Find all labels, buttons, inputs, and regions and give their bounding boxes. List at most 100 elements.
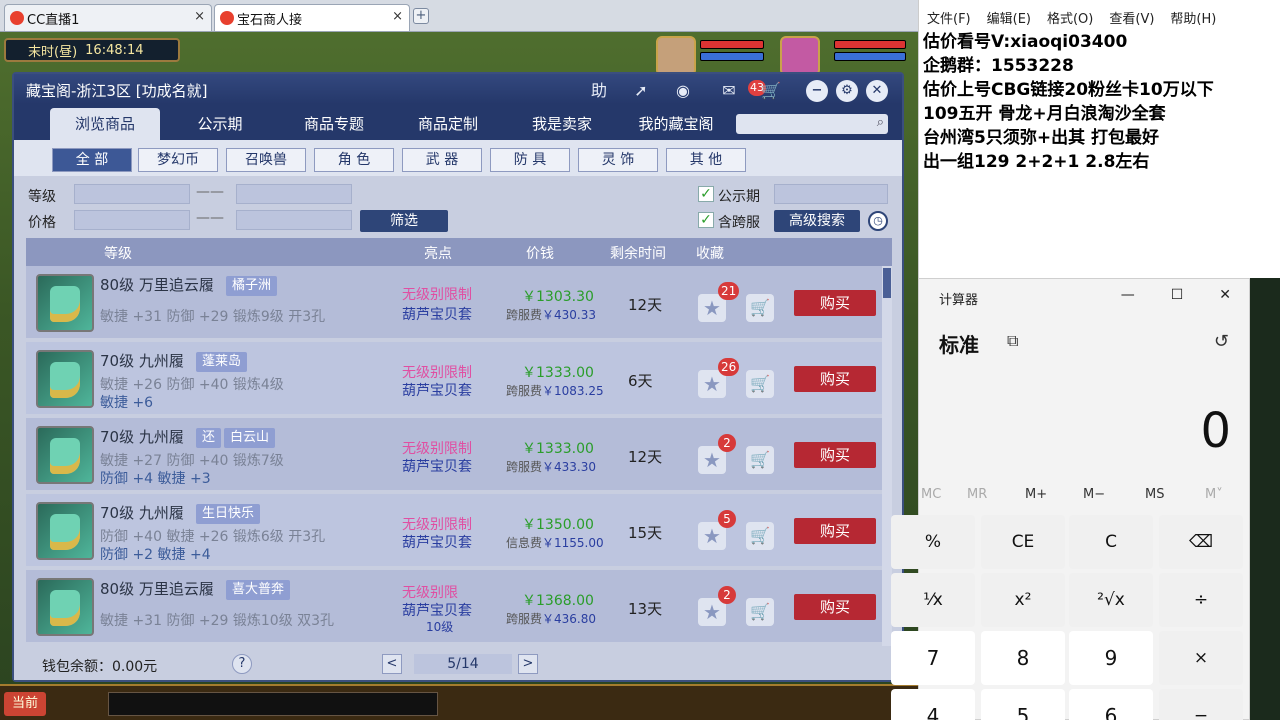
share-icon[interactable]: ➚ — [630, 80, 652, 102]
cart-icon[interactable]: 🛒 — [746, 294, 774, 322]
cart-icon[interactable]: 🛒 — [746, 598, 774, 626]
level-max-input[interactable] — [236, 184, 352, 204]
help-button[interactable]: 助 — [588, 80, 610, 102]
key-sqrt[interactable]: ²√x — [1069, 573, 1153, 627]
tab-browse[interactable]: 浏览商品 — [50, 108, 160, 140]
mem-list[interactable]: M˅ — [1205, 487, 1223, 502]
menu-view[interactable]: 查看(V) — [1109, 8, 1154, 30]
buy-button[interactable]: 购买 — [794, 518, 876, 544]
minimize-icon[interactable]: — — [1121, 287, 1135, 303]
cart-icon[interactable]: 🛒 — [746, 370, 774, 398]
boots-icon[interactable] — [36, 426, 94, 484]
menu-format[interactable]: 格式(O) — [1047, 8, 1093, 30]
next-page-button[interactable]: > — [518, 654, 538, 674]
public-checkbox[interactable]: ✓ — [698, 186, 714, 202]
mem-add[interactable]: M+ — [1025, 487, 1047, 502]
boots-icon[interactable] — [36, 502, 94, 560]
prev-page-button[interactable]: < — [382, 654, 402, 674]
pet-avatar[interactable] — [656, 36, 696, 76]
buy-button[interactable]: 购买 — [794, 366, 876, 392]
browser-tab-cc[interactable]: CC直播1 × — [4, 4, 212, 31]
tab-custom[interactable]: 商品定制 — [398, 108, 498, 140]
filter-button[interactable]: 筛选 — [360, 210, 448, 232]
category-accessory[interactable]: 灵 饰 — [578, 148, 658, 172]
category-role[interactable]: 角 色 — [314, 148, 394, 172]
cart-icon[interactable]: 🛒 — [746, 446, 774, 474]
keep-on-top-icon[interactable]: ⧉ — [1007, 331, 1018, 351]
category-other[interactable]: 其 他 — [666, 148, 746, 172]
table-row[interactable]: 70级 九州履 蓬莱岛 敏捷 +26 防御 +40 锻炼4级 敏捷 +6 无级别… — [26, 342, 882, 416]
menu-edit[interactable]: 编辑(E) — [987, 8, 1031, 30]
mem-clear[interactable]: MC — [921, 487, 941, 502]
category-weapon[interactable]: 武 器 — [402, 148, 482, 172]
key-9[interactable]: 9 — [1069, 631, 1153, 685]
chat-input[interactable] — [108, 692, 438, 716]
advanced-search-button[interactable]: 高级搜索 — [774, 210, 860, 232]
table-row[interactable]: 70级 九州履 还 白云山 敏捷 +27 防御 +40 锻炼7级 防御 +4 敏… — [26, 418, 882, 492]
tab-public[interactable]: 公示期 — [170, 108, 270, 140]
key-minus[interactable]: − — [1159, 689, 1243, 720]
close-icon[interactable]: ✕ — [1219, 287, 1231, 303]
key-4[interactable]: 4 — [891, 689, 975, 720]
record-icon[interactable]: ◉ — [672, 80, 694, 102]
category-armor[interactable]: 防 具 — [490, 148, 570, 172]
search-input[interactable]: ⌕ — [736, 114, 888, 134]
tab-topics[interactable]: 商品专题 — [284, 108, 384, 140]
cart-icon[interactable]: 🛒 — [746, 522, 774, 550]
mem-recall[interactable]: MR — [967, 487, 987, 502]
buy-button[interactable]: 购买 — [794, 594, 876, 620]
table-row[interactable]: 70级 九州履 生日快乐 防御 +40 敏捷 +26 锻炼6级 开3孔 防御 +… — [26, 494, 882, 568]
category-all[interactable]: 全 部 — [52, 148, 132, 172]
price-min-input[interactable] — [74, 210, 190, 230]
key-multiply[interactable]: × — [1159, 631, 1243, 685]
key-7[interactable]: 7 — [891, 631, 975, 685]
new-tab-button[interactable]: + — [413, 8, 429, 24]
clock-icon[interactable]: ◷ — [868, 211, 888, 231]
key-square[interactable]: x² — [981, 573, 1065, 627]
mem-store[interactable]: MS — [1145, 487, 1164, 502]
category-summon[interactable]: 召唤兽 — [226, 148, 306, 172]
search-icon[interactable]: ⌕ — [877, 115, 884, 130]
buy-button[interactable]: 购买 — [794, 442, 876, 468]
chat-channel-button[interactable]: 当前 — [4, 692, 46, 716]
public-select[interactable] — [774, 184, 888, 204]
key-divide[interactable]: ÷ — [1159, 573, 1243, 627]
close-icon[interactable]: × — [392, 9, 403, 24]
key-6[interactable]: 6 — [1069, 689, 1153, 720]
level-min-input[interactable] — [74, 184, 190, 204]
boots-icon[interactable] — [36, 578, 94, 636]
tab-mine[interactable]: 我的藏宝阁 — [626, 108, 726, 140]
message-icon[interactable]: ✉ — [718, 80, 740, 102]
table-row[interactable]: 80级 万里追云履 橘子洲 敏捷 +31 防御 +29 锻炼9级 开3孔 无级别… — [26, 266, 882, 340]
close-icon[interactable]: × — [194, 9, 205, 24]
price-max-input[interactable] — [236, 210, 352, 230]
help-icon[interactable]: ? — [232, 654, 252, 674]
history-icon[interactable]: ↺ — [1214, 331, 1229, 352]
boots-icon[interactable] — [36, 274, 94, 332]
tab-seller[interactable]: 我是卖家 — [512, 108, 612, 140]
category-coin[interactable]: 梦幻币 — [138, 148, 218, 172]
browser-tab-gem[interactable]: 宝石商人接 × — [214, 4, 410, 31]
key-backspace[interactable]: ⌫ — [1159, 515, 1243, 569]
key-c[interactable]: C — [1069, 515, 1153, 569]
key-percent[interactable]: % — [891, 515, 975, 569]
menu-file[interactable]: 文件(F) — [927, 8, 971, 30]
buy-button[interactable]: 购买 — [794, 290, 876, 316]
menu-help[interactable]: 帮助(H) — [1170, 8, 1216, 30]
notepad-text[interactable]: 估价看号V:xiaoqi03400 企鹅群：1553228 估价上号CBG链接2… — [923, 30, 1277, 174]
minimize-button[interactable]: − — [806, 80, 828, 102]
cross-server-checkbox[interactable]: ✓ — [698, 212, 714, 228]
close-button[interactable]: ✕ — [866, 80, 888, 102]
key-8[interactable]: 8 — [981, 631, 1065, 685]
cart-icon[interactable]: 🛒 — [760, 80, 782, 102]
mem-subtract[interactable]: M− — [1083, 487, 1105, 502]
calculator-mode[interactable]: 标准 — [939, 329, 979, 358]
key-ce[interactable]: CE — [981, 515, 1065, 569]
boots-icon[interactable] — [36, 350, 94, 408]
table-row[interactable]: 80级 万里追云履 喜大普奔 敏捷 +31 防御 +29 锻炼10级 双3孔 无… — [26, 570, 882, 644]
scrollbar-thumb[interactable] — [883, 268, 891, 298]
key-5[interactable]: 5 — [981, 689, 1065, 720]
key-reciprocal[interactable]: ¹⁄x — [891, 573, 975, 627]
settings-button[interactable]: ⚙ — [836, 80, 858, 102]
maximize-icon[interactable]: ☐ — [1171, 287, 1184, 303]
